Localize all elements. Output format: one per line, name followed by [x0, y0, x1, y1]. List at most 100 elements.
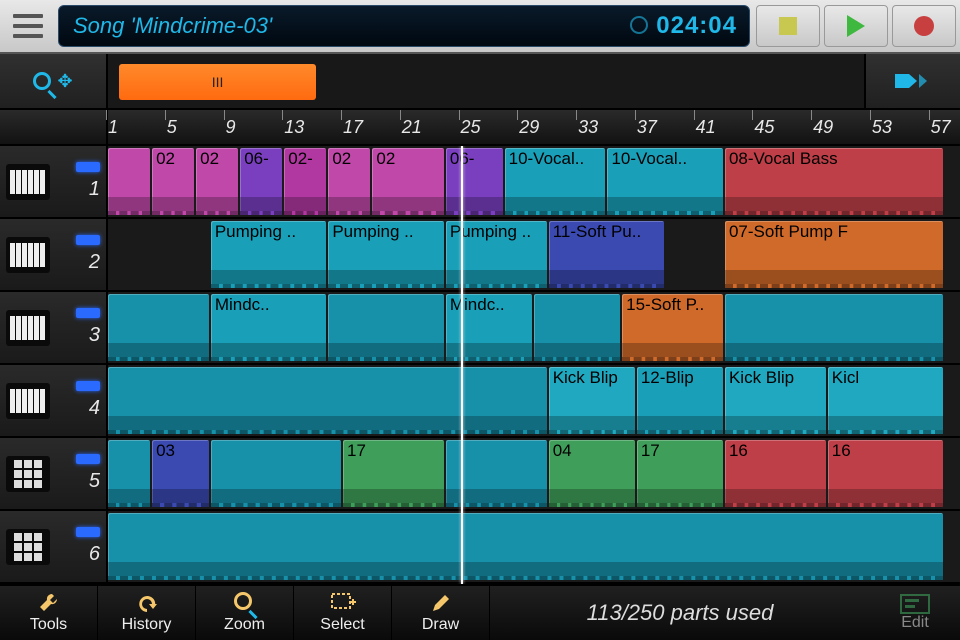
- clip[interactable]: 15-Soft P..: [622, 294, 723, 361]
- clip[interactable]: 02-: [284, 148, 326, 215]
- song-display[interactable]: Song 'Mindcrime-03' 024:04: [58, 5, 750, 47]
- magnifier-icon: [234, 592, 256, 614]
- clip[interactable]: Kicl: [828, 367, 944, 434]
- clip[interactable]: 02: [328, 148, 370, 215]
- track-header[interactable]: 3: [0, 292, 106, 365]
- track-lane[interactable]: Kick Blip12-BlipKick BlipKicl: [108, 365, 960, 438]
- draw-label: Draw: [422, 616, 459, 634]
- clip[interactable]: 02: [152, 148, 194, 215]
- song-title: Song 'Mindcrime-03': [73, 13, 272, 39]
- zoom-button[interactable]: Zoom: [196, 586, 294, 640]
- track-lane[interactable]: Pumping ..Pumping ..Pumping ..11-Soft Pu…: [108, 219, 960, 292]
- clip[interactable]: 17: [637, 440, 723, 507]
- clip[interactable]: 17: [343, 440, 444, 507]
- ruler-tick: 45: [754, 110, 774, 144]
- select-button[interactable]: Select: [294, 586, 392, 640]
- play-button[interactable]: [824, 5, 888, 47]
- clip[interactable]: [725, 294, 943, 361]
- piano-keys-icon: [6, 310, 50, 346]
- track-meter: [76, 235, 100, 245]
- clip[interactable]: 11-Soft Pu..: [549, 221, 665, 288]
- clip[interactable]: [108, 294, 209, 361]
- clip[interactable]: [108, 367, 547, 434]
- clip[interactable]: 03: [152, 440, 209, 507]
- track-header[interactable]: 1: [0, 146, 106, 219]
- clip[interactable]: 10-Vocal..: [505, 148, 606, 215]
- track-headers: 1 2 3 4 5 6: [0, 146, 108, 584]
- clip[interactable]: 02: [372, 148, 443, 215]
- clip[interactable]: Kick Blip: [549, 367, 635, 434]
- stop-icon: [779, 17, 797, 35]
- ruler-tick: 25: [461, 110, 481, 144]
- drum-grid-icon: [6, 456, 50, 492]
- draw-button[interactable]: Draw: [392, 586, 490, 640]
- status-text: 113/250 parts used: [490, 586, 870, 640]
- piano-keys-icon: [6, 237, 50, 273]
- track-number: 5: [89, 470, 100, 493]
- clip[interactable]: 07-Soft Pump F: [725, 221, 943, 288]
- track-number: 1: [89, 178, 100, 201]
- clip[interactable]: 06-: [446, 148, 503, 215]
- track-lane[interactable]: 020206-02-020206-10-Vocal..10-Vocal..08-…: [108, 146, 960, 219]
- record-button[interactable]: [892, 5, 956, 47]
- clip[interactable]: 12-Blip: [637, 367, 723, 434]
- track-header[interactable]: 5: [0, 438, 106, 511]
- stop-button[interactable]: [756, 5, 820, 47]
- zoom-pan-button[interactable]: ✥: [0, 54, 108, 108]
- select-label: Select: [320, 616, 364, 634]
- ruler-tick: 33: [578, 110, 598, 144]
- track-lane[interactable]: 031704171616: [108, 438, 960, 511]
- clip[interactable]: Mindc..: [446, 294, 532, 361]
- loop-region[interactable]: III: [119, 64, 316, 100]
- timeline-ruler[interactable]: 159131721252933374145495357: [0, 110, 960, 146]
- clip[interactable]: [108, 440, 150, 507]
- clip[interactable]: [534, 294, 620, 361]
- tools-button[interactable]: Tools: [0, 586, 98, 640]
- clip[interactable]: 16: [828, 440, 944, 507]
- track-number: 2: [89, 251, 100, 274]
- clip[interactable]: [328, 294, 444, 361]
- clip[interactable]: Pumping ..: [211, 221, 327, 288]
- history-button[interactable]: History: [98, 586, 196, 640]
- piano-keys-icon: [6, 383, 50, 419]
- clip[interactable]: Pumping ..: [328, 221, 444, 288]
- marker-button[interactable]: [866, 54, 960, 108]
- edit-label: Edit: [901, 614, 929, 632]
- track-meter: [76, 454, 100, 464]
- track-lanes[interactable]: 020206-02-020206-10-Vocal..10-Vocal..08-…: [108, 146, 960, 584]
- top-bar: Song 'Mindcrime-03' 024:04: [0, 0, 960, 54]
- edit-icon: [900, 594, 930, 614]
- clip[interactable]: [108, 513, 943, 580]
- track-meter: [76, 527, 100, 537]
- ruler-tick: 49: [813, 110, 833, 144]
- clip[interactable]: [108, 148, 150, 215]
- playhead[interactable]: [461, 146, 463, 584]
- clip[interactable]: 02: [196, 148, 238, 215]
- bottom-toolbar: Tools History Zoom Select Draw 113/250 p…: [0, 584, 960, 640]
- track-header[interactable]: 6: [0, 511, 106, 584]
- track-lane[interactable]: [108, 511, 960, 584]
- track-header[interactable]: 4: [0, 365, 106, 438]
- track-number: 3: [89, 324, 100, 347]
- track-meter: [76, 381, 100, 391]
- track-meter: [76, 162, 100, 172]
- song-time: 024:04: [630, 12, 737, 40]
- ruler-tick: 37: [637, 110, 657, 144]
- track-header[interactable]: 2: [0, 219, 106, 292]
- clip[interactable]: 08-Vocal Bass: [725, 148, 943, 215]
- edit-button[interactable]: Edit: [870, 586, 960, 640]
- ruler-tick: 17: [343, 110, 363, 144]
- clip[interactable]: 06-: [240, 148, 282, 215]
- menu-button[interactable]: [4, 7, 52, 45]
- clip[interactable]: 04: [549, 440, 635, 507]
- ruler-tick: 57: [931, 110, 951, 144]
- clip[interactable]: 16: [725, 440, 826, 507]
- tools-label: Tools: [30, 616, 67, 634]
- clip[interactable]: [211, 440, 341, 507]
- track-lane[interactable]: Mindc.. Mindc.. 15-Soft P..: [108, 292, 960, 365]
- clip[interactable]: Mindc..: [211, 294, 327, 361]
- clip[interactable]: 10-Vocal..: [607, 148, 723, 215]
- clip[interactable]: Kick Blip: [725, 367, 826, 434]
- song-overview[interactable]: III: [108, 54, 866, 108]
- piano-keys-icon: [6, 164, 50, 200]
